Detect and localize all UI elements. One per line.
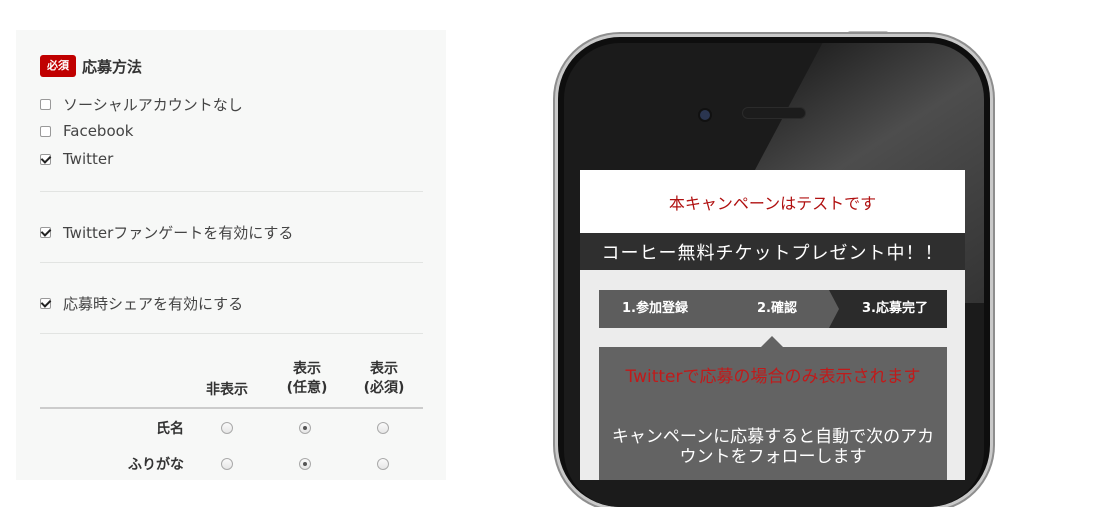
campaign-title: コーヒー無料チケットプレゼント中！！ (580, 233, 965, 270)
radio-furigana-required[interactable] (377, 458, 389, 470)
step-3: 3.応募完了 (862, 301, 928, 316)
option-label: Facebook (63, 122, 134, 140)
step-2: 2.確認 (757, 301, 797, 316)
step-separator (711, 290, 721, 328)
option-label: Twitter (63, 150, 114, 168)
radio-name-optional[interactable] (299, 422, 311, 434)
radio-name-hidden[interactable] (221, 422, 233, 434)
phone-screen: 本キャンペーンはテストです コーヒー無料チケットプレゼント中！！ 1.参加登録 … (580, 170, 965, 480)
active-step-pointer (761, 336, 783, 347)
section-heading: 必須 応募方法 (40, 55, 142, 77)
divider (40, 191, 423, 192)
checkbox[interactable] (40, 99, 51, 110)
table-header-line (40, 407, 423, 409)
follow-note: キャンペーンに応募すると自動で次のアカウントをフォローします (611, 427, 935, 467)
radio-name-required[interactable] (377, 422, 389, 434)
required-badge: 必須 (40, 55, 76, 77)
settings-panel: 必須 応募方法 ソーシャルアカウントなし Facebook Twitter Tw… (16, 30, 446, 480)
row-label-furigana: ふりがな (128, 457, 184, 473)
option-label: ソーシャルアカウントなし (63, 96, 243, 114)
radio-furigana-hidden[interactable] (221, 458, 233, 470)
section-title: 応募方法 (82, 57, 143, 76)
step-indicator: 1.参加登録 2.確認 3.応募完了 (599, 290, 947, 328)
info-box: Twitterで応募の場合のみ表示されます キャンペーンに応募すると自動で次のア… (599, 347, 947, 480)
step-separator (829, 290, 839, 328)
column-header-hidden: 非表示 (206, 382, 248, 398)
option-no-social[interactable]: ソーシャルアカウントなし (40, 94, 243, 115)
column-header-required: 表示 (必須) (363, 361, 405, 396)
checkbox[interactable] (40, 298, 51, 309)
column-header-optional: 表示 (任意) (286, 361, 328, 396)
divider (40, 262, 423, 263)
speaker-grille (742, 107, 806, 119)
option-label: 応募時シェアを有効にする (63, 295, 244, 313)
camera-icon (700, 110, 710, 120)
checkbox[interactable] (40, 125, 51, 137)
twitter-fangate-option[interactable]: Twitterファンゲートを有効にする (40, 222, 293, 243)
step-1: 1.参加登録 (622, 301, 688, 316)
phone-top-button (848, 31, 888, 36)
row-label-name: 氏名 (156, 421, 184, 437)
radio-furigana-optional[interactable] (299, 458, 311, 470)
option-facebook[interactable]: Facebook (40, 122, 133, 140)
twitter-only-note: Twitterで応募の場合のみ表示されます (625, 367, 921, 387)
checkbox[interactable] (40, 227, 51, 238)
test-notice: 本キャンペーンはテストです (580, 170, 965, 233)
checkbox[interactable] (40, 153, 51, 165)
share-on-apply-option[interactable]: 応募時シェアを有効にする (40, 293, 243, 314)
option-label: Twitterファンゲートを有効にする (63, 224, 294, 242)
divider (40, 333, 423, 334)
option-twitter[interactable]: Twitter (40, 150, 113, 168)
